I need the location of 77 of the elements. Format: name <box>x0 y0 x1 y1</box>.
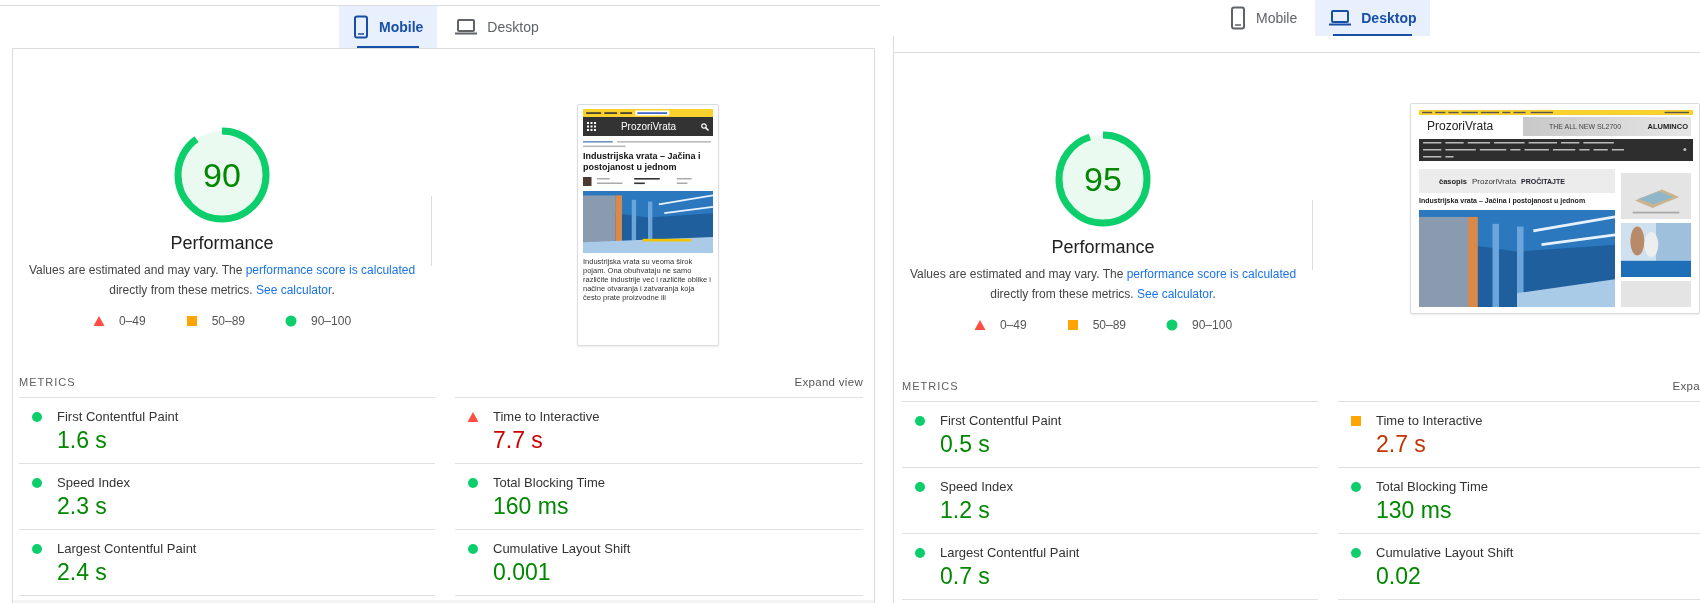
metric-name: Time to Interactive <box>1376 413 1483 428</box>
square-icon <box>1066 319 1079 331</box>
square-icon <box>1350 415 1362 427</box>
circle-icon <box>31 543 43 555</box>
metric-name: Largest Contentful Paint <box>940 545 1080 560</box>
section-title: METRICS <box>19 376 76 388</box>
metric-value: 2.4 s <box>57 559 108 586</box>
section-title: METRICS <box>902 380 959 392</box>
circle-icon <box>914 481 926 493</box>
circle-icon <box>285 315 297 327</box>
metric-name: Time to Interactive <box>493 409 600 424</box>
circle-icon <box>914 547 926 559</box>
score-link[interactable]: performance score is calculated <box>1126 267 1297 281</box>
device-tab[interactable]: Mobile <box>339 6 438 48</box>
triangle-icon <box>467 411 479 423</box>
metric-name: Cumulative Layout Shift <box>493 541 631 556</box>
category-title: Performance <box>170 233 274 254</box>
metric-value: 2.7 s <box>1376 431 1427 458</box>
metric-name: Total Blocking Time <box>1376 479 1488 494</box>
phone-icon <box>353 15 369 39</box>
legend-label: 0–49 <box>118 314 146 328</box>
metric-value: 2.3 s <box>57 493 108 520</box>
device-tab[interactable]: Desktop <box>441 6 553 48</box>
metric-value: 130 ms <box>1376 497 1453 524</box>
device-tab[interactable]: Desktop <box>1315 0 1431 36</box>
metric-value: 160 ms <box>493 493 570 520</box>
circle-icon <box>1350 481 1362 493</box>
triangle-icon <box>92 315 105 327</box>
search-icon <box>701 122 709 131</box>
calculator-link[interactable]: See calculator <box>1137 287 1213 301</box>
square-icon <box>185 315 198 327</box>
circle-icon <box>467 543 479 555</box>
metric-value: 0.7 s <box>940 563 991 590</box>
metric-name: First Contentful Paint <box>57 409 179 424</box>
circle-icon <box>467 477 479 489</box>
article-title: Industrijska vrata – Jačina i postojanost u jednom <box>583 151 702 173</box>
metric-name: First Contentful Paint <box>940 413 1062 428</box>
score-value: 95 <box>1084 160 1122 198</box>
score-link[interactable]: performance score is calculated <box>245 263 416 277</box>
circle-icon <box>1350 547 1362 559</box>
category-title: Performance <box>1051 237 1155 258</box>
site-logo: ProzoriVrata <box>620 121 677 132</box>
laptop-icon <box>1329 9 1352 27</box>
circle-icon <box>914 415 926 427</box>
phone-icon <box>1230 6 1246 30</box>
legend-label: 50–89 <box>1092 318 1126 332</box>
legend-label: 50–89 <box>211 314 245 328</box>
score-value: 90 <box>203 156 241 194</box>
score-description: Values are estimated and may vary. The performance score is calculated directly from these metrics. See calculator. <box>27 262 417 299</box>
circle-icon <box>31 477 43 489</box>
circle-icon <box>31 411 43 423</box>
metric-name: Largest Contentful Paint <box>57 541 197 556</box>
circle-icon <box>1166 319 1178 331</box>
metric-value: 1.2 s <box>940 497 991 524</box>
metric-value: 0.02 <box>1376 563 1422 590</box>
laptop-icon <box>455 18 478 36</box>
promo-logo: ProzoriVrata <box>1471 176 1517 186</box>
metric-name: Speed Index <box>940 479 1013 494</box>
expand-link[interactable]: Expand view <box>794 376 863 388</box>
metric-value: 7.7 s <box>493 427 544 454</box>
triangle-icon <box>973 319 986 331</box>
legend-label: 90–100 <box>311 314 352 328</box>
calculator-link[interactable]: See calculator <box>256 283 332 297</box>
score-description: Values are estimated and may vary. The performance score is calculated directly from these metrics. See calculator. <box>908 266 1298 303</box>
metric-name: Cumulative Layout Shift <box>1376 545 1514 560</box>
device-tab[interactable]: Mobile <box>1216 0 1312 36</box>
metric-name: Speed Index <box>57 475 130 490</box>
expand-link[interactable]: Expa <box>1672 380 1700 392</box>
ad-placeholder <box>1621 281 1691 307</box>
grid-icon <box>587 122 596 131</box>
metric-value: 0.001 <box>493 559 552 586</box>
legend-label: 0–49 <box>999 318 1027 332</box>
site-logo: ProzoriVrata <box>1427 119 1494 133</box>
metric-value: 1.6 s <box>57 427 108 454</box>
metric-name: Total Blocking Time <box>493 475 605 490</box>
metric-value: 0.5 s <box>940 431 991 458</box>
legend-label: 90–100 <box>1192 318 1233 332</box>
